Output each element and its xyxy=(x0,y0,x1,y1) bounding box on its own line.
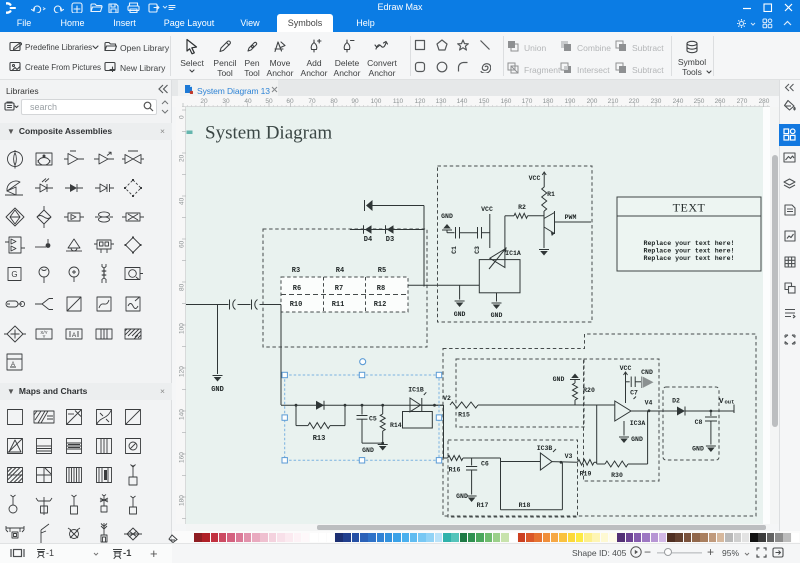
svg-text:R3: R3 xyxy=(292,267,300,275)
svg-text:D2: D2 xyxy=(672,398,680,405)
svg-text:120: 120 xyxy=(179,366,186,377)
svg-text:V2: V2 xyxy=(443,395,451,402)
svg-text:R15: R15 xyxy=(458,412,470,419)
svg-text:A: A xyxy=(11,362,15,368)
svg-text:R5: R5 xyxy=(378,267,386,275)
svg-text:TEXT: TEXT xyxy=(673,201,706,215)
svg-text:V3: V3 xyxy=(565,453,573,460)
svg-text:D3: D3 xyxy=(386,236,394,244)
svg-text:R11: R11 xyxy=(332,301,345,309)
svg-text:Replace your text here!: Replace your text here! xyxy=(643,240,734,247)
svg-text:GND: GND xyxy=(441,213,453,220)
svg-text:R14: R14 xyxy=(390,422,402,429)
svg-text:VCC: VCC xyxy=(529,175,541,182)
svg-text:R12: R12 xyxy=(374,301,387,309)
svg-text:GND: GND xyxy=(553,376,565,383)
svg-text:PWM: PWM xyxy=(565,214,577,221)
svg-text:A: A xyxy=(72,332,77,339)
svg-text:180: 180 xyxy=(179,495,186,506)
svg-text:C3: C3 xyxy=(474,246,481,254)
svg-text:GND: GND xyxy=(456,493,468,500)
svg-text:R16: R16 xyxy=(449,467,461,474)
svg-text:R1: R1 xyxy=(547,191,555,198)
svg-text:Y: Y xyxy=(42,334,45,339)
svg-text:0: 0 xyxy=(179,115,186,119)
svg-text:C8: C8 xyxy=(695,419,703,426)
svg-text:160: 160 xyxy=(179,452,186,463)
svg-text:CND: CND xyxy=(641,369,653,376)
svg-text:140: 140 xyxy=(179,409,186,420)
svg-text:60: 60 xyxy=(179,240,186,248)
svg-text:100: 100 xyxy=(179,323,186,334)
svg-text:V4: V4 xyxy=(645,400,653,407)
svg-text:R30: R30 xyxy=(611,472,623,479)
svg-text:R6: R6 xyxy=(293,285,301,293)
svg-text:R17: R17 xyxy=(477,502,489,509)
svg-text:Replace your text here!: Replace your text here! xyxy=(643,248,734,255)
svg-text:C5: C5 xyxy=(369,416,377,423)
svg-text:R18: R18 xyxy=(519,502,531,509)
svg-text:R8: R8 xyxy=(377,285,385,293)
svg-text:R10: R10 xyxy=(290,301,303,309)
svg-text:VCC: VCC xyxy=(620,365,632,372)
svg-text:R7: R7 xyxy=(335,285,343,293)
svg-text:GND: GND xyxy=(362,447,374,454)
svg-text:V: V xyxy=(719,398,724,406)
svg-text:System Diagram: System Diagram xyxy=(205,123,332,144)
svg-text:R4: R4 xyxy=(336,267,344,275)
svg-text:R13: R13 xyxy=(313,435,326,443)
svg-text:IC3B: IC3B xyxy=(537,445,553,452)
svg-text:IC3A: IC3A xyxy=(630,420,646,427)
svg-text:20: 20 xyxy=(179,154,186,162)
svg-text:out: out xyxy=(725,399,735,406)
svg-text:D4: D4 xyxy=(364,236,372,244)
svg-text:GND: GND xyxy=(211,386,224,394)
svg-text:C6: C6 xyxy=(481,461,489,468)
svg-text:C7: C7 xyxy=(630,390,638,397)
svg-text:R20: R20 xyxy=(583,387,595,394)
svg-text:R19: R19 xyxy=(580,471,592,478)
svg-text:G: G xyxy=(11,270,17,279)
svg-text:IC1B: IC1B xyxy=(408,387,424,394)
svg-text:40: 40 xyxy=(179,197,186,205)
svg-text:VCC: VCC xyxy=(481,206,493,213)
svg-text:GND: GND xyxy=(454,311,466,318)
svg-text:Replace your text here!: Replace your text here! xyxy=(643,255,734,262)
svg-text:IC1A: IC1A xyxy=(505,250,521,257)
svg-text:C1: C1 xyxy=(451,246,458,254)
svg-text:GND: GND xyxy=(631,436,643,443)
svg-text:R2: R2 xyxy=(518,204,526,211)
svg-text:GND: GND xyxy=(692,446,704,453)
svg-text:GND: GND xyxy=(491,312,503,319)
svg-text:80: 80 xyxy=(179,283,186,291)
